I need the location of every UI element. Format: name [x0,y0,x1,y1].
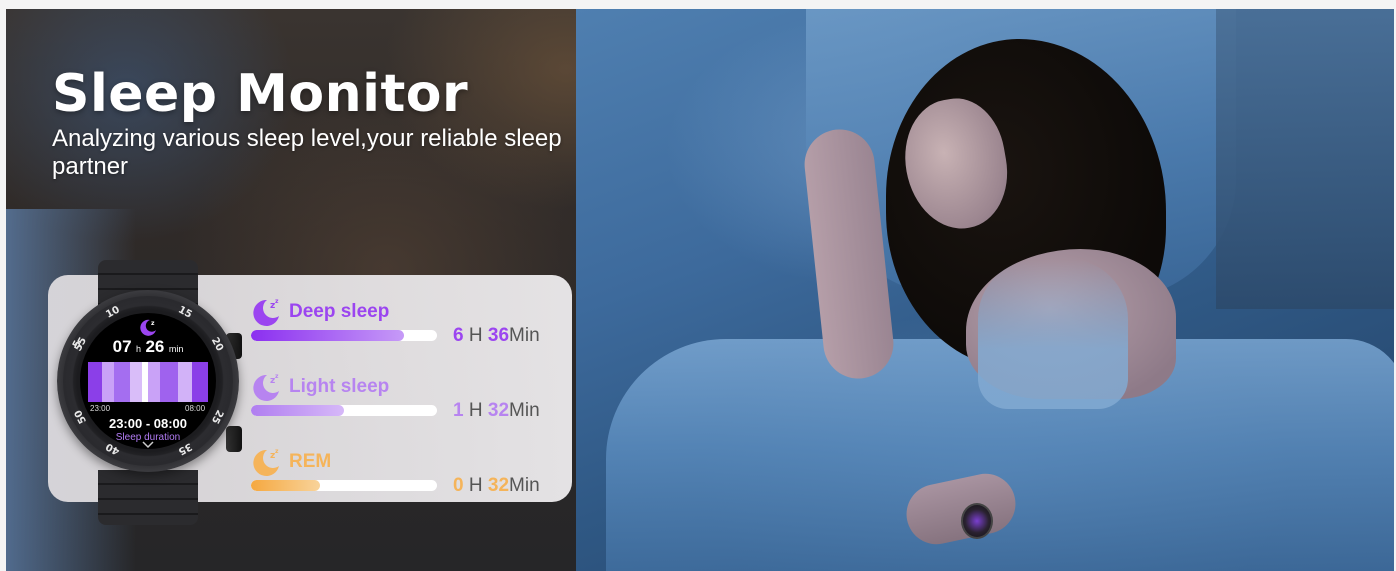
crescent-moon-icon: z [140,319,156,336]
deep-sleep-bar [251,330,437,341]
rem-value: 0 H 32Min [453,475,540,496]
sleep-start-tick: 23:00 [90,404,111,413]
sleep-end-tick: 08:00 [185,404,206,413]
svg-text:z: z [275,448,279,455]
light-sleep-metric: z z Light sleep 1 H 32Min [250,371,550,431]
watch-strap-bottom [98,470,198,525]
watch-screen: z 07 h 26 min 23:00 08:00 23:00 - 08:00 … [80,313,216,449]
svg-text:z: z [275,298,279,305]
svg-text:z: z [275,373,279,380]
sleep-total-time: 07 h 26 min [112,337,184,356]
rem-sleep-metric: z z REM 0 H 32Min [250,446,550,506]
crescent-moon-zz-icon: z z [253,373,279,401]
light-sleep-value: 1 H 32Min [453,400,540,421]
headline: Sleep Monitor [52,64,469,124]
sleep-range: 23:00 - 08:00 [108,416,188,431]
subtitle: Analyzing various sleep level,your relia… [52,125,562,180]
camisole-top [978,259,1128,409]
deep-sleep-value: 6 H 36Min [453,325,540,346]
sleep-stage-chart [88,362,208,402]
wrist-smartwatch [961,503,993,539]
chevron-down-icon [142,441,154,449]
pillow-back [1216,9,1394,309]
light-sleep-bar [251,405,437,416]
rem-bar [251,480,437,491]
rem-label: REM [289,451,332,472]
crescent-moon-zz-icon: z z [253,298,279,326]
crescent-moon-zz-icon: z z [253,448,279,476]
svg-text:z: z [151,320,155,327]
deep-sleep-metric: z z Deep sleep 6 H 36Min [250,296,550,356]
deep-sleep-label: Deep sleep [289,301,390,322]
watch-crown-lower [226,426,242,452]
light-sleep-label: Light sleep [289,376,390,397]
